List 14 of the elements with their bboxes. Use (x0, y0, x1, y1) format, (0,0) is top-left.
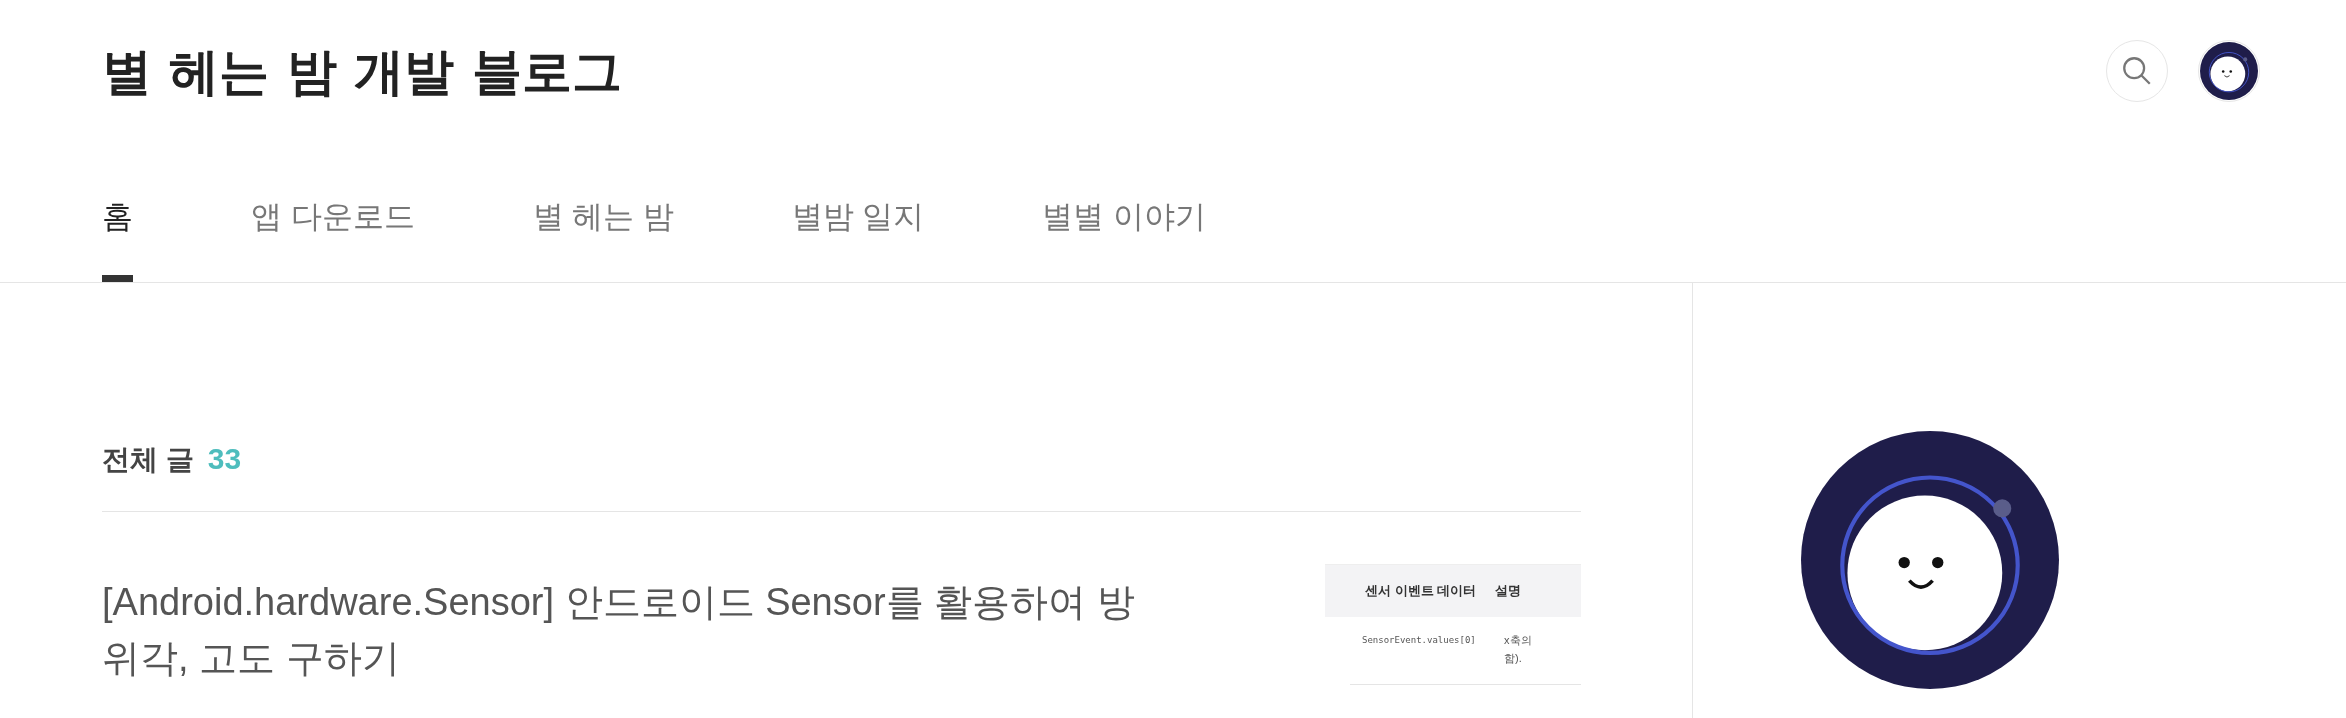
table-header-cell-text: 센서 이벤트 데이터 (1364, 582, 1478, 601)
table-cell-text: x축의 함). (1504, 633, 1533, 666)
post-title[interactable]: [Android.hardware.Sensor] 안드로이드 Sensor를 활용하여 방위각, 고도 구하기 (102, 574, 1172, 718)
profile-avatar (2200, 42, 2258, 100)
nav-tab[interactable]: 홈 (102, 142, 133, 282)
nav-tab[interactable]: 앱 다운로드 (251, 142, 415, 282)
post-count: 33 (207, 441, 242, 477)
table-cell-text: SensorEvent.values[0] (1361, 634, 1477, 647)
nav-tab[interactable]: 별별 이야기 (1042, 142, 1207, 282)
nav-tab[interactable]: 별 헤는 밤 (532, 142, 674, 282)
section-heading: 전체 글 (102, 443, 194, 477)
table-header-cell-text: 설명 (1495, 582, 1521, 601)
nav-tab[interactable]: 별밤 일지 (791, 142, 925, 282)
blog-title[interactable]: 별 헤는 밤 개발 블로그 (102, 34, 622, 109)
